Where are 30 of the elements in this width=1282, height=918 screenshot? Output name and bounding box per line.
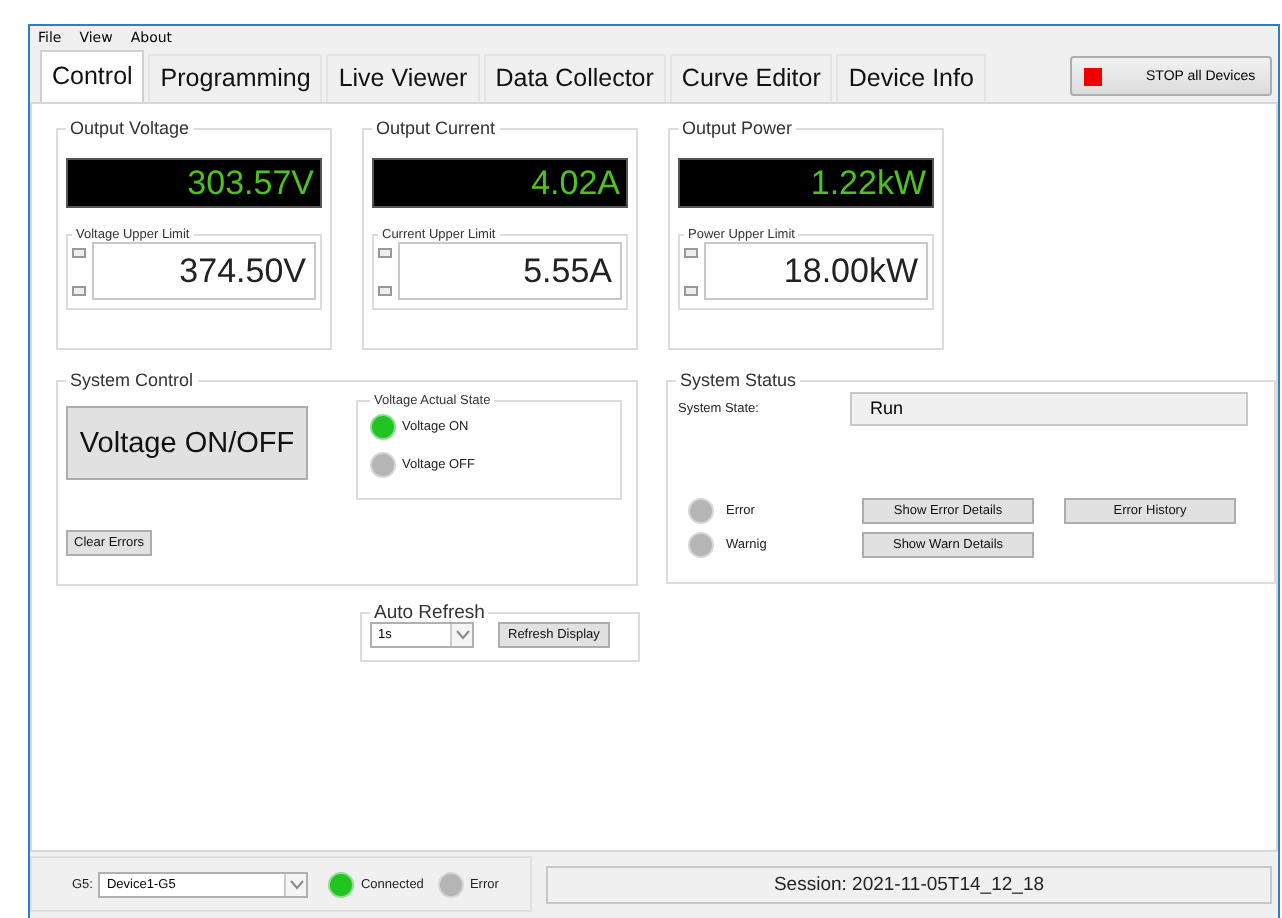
voltage-toggle-button[interactable]: Voltage ON/OFF [66,406,308,480]
limit-field[interactable]: 5.55A [398,242,622,300]
spin-up-button[interactable] [684,247,698,257]
spin-down-button[interactable] [72,285,86,295]
tab[interactable]: Curve Editor [669,54,833,102]
session-field: Session: 2021-11-05T14_12_18 [546,865,1272,903]
dropdown-caret-icon [284,873,307,895]
group-title: Output Voltage [68,118,192,138]
spin-up-button[interactable] [378,247,392,257]
group-title: System Status [678,370,799,390]
group-title: Auto Refresh [372,602,487,624]
system-state-field: Run [850,392,1248,426]
reading-display: 4.02A [372,158,628,208]
dropdown-caret-icon [450,624,472,646]
tab[interactable]: Control [40,50,145,102]
stop-icon [1084,67,1102,85]
spin-down-button[interactable] [378,285,392,295]
spin-up-button[interactable] [72,247,86,257]
group-title: Output Current [374,118,498,138]
group-title: System Control [68,370,196,390]
reading-display: 1.22kW [678,158,934,208]
reading-display: 303.57V [66,158,322,208]
tab[interactable]: Device Info [836,54,986,102]
limit-field[interactable]: 374.50V [92,242,316,300]
group-title: Output Power [680,118,795,138]
spin-down-button[interactable] [684,285,698,295]
tab[interactable]: Live Viewer [326,54,480,102]
tab[interactable]: Programming [148,54,323,102]
tab[interactable]: Data Collector [483,54,666,102]
limit-field[interactable]: 18.00kW [704,242,928,300]
